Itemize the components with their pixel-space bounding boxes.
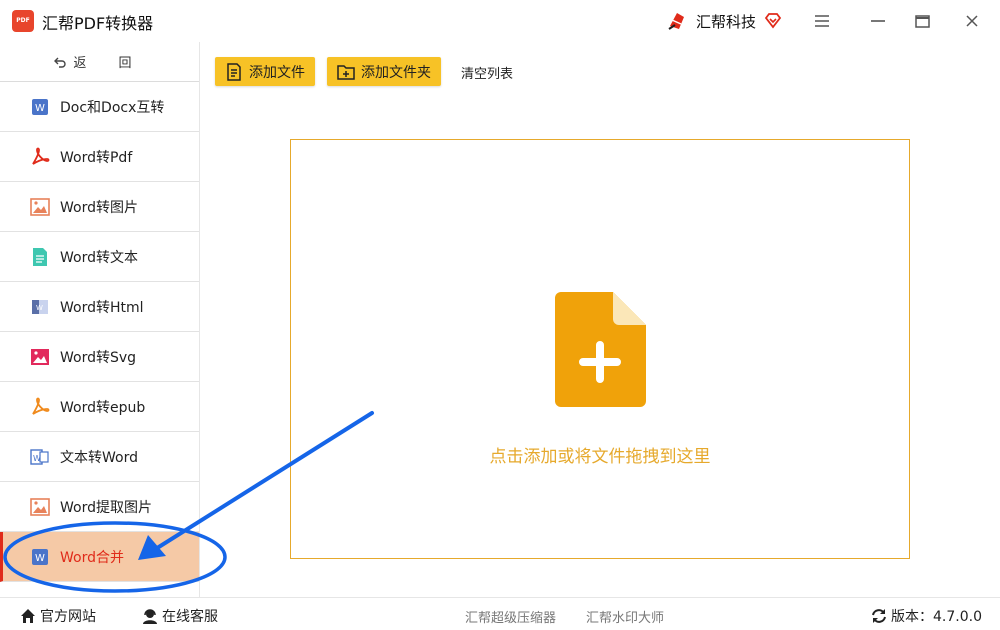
file-list-icon — [227, 62, 241, 81]
title-bar: PDF 汇帮PDF转换器 汇帮科技 — [0, 0, 1000, 42]
sidebar: 返 回 W Doc和Docx互转 Word转Pdf Word转图片 Word转文… — [0, 42, 200, 597]
word-outline-icon: W — [30, 447, 50, 467]
vip-diamond-icon[interactable] — [764, 12, 782, 30]
customer-service-icon — [143, 609, 157, 624]
version-info[interactable]: 版本：4.7.0.0 — [871, 606, 982, 626]
menu-button[interactable] — [811, 10, 833, 32]
close-icon — [966, 15, 978, 27]
epub-icon — [30, 397, 50, 417]
sidebar-item-word-epub[interactable]: Word转epub — [0, 382, 199, 432]
add-folder-label: 添加文件夹 — [361, 64, 431, 81]
maximize-button[interactable] — [911, 10, 933, 32]
brand-name: 汇帮科技 — [696, 12, 757, 31]
sidebar-item-word-pdf[interactable]: Word转Pdf — [0, 132, 199, 182]
extract-image-icon — [30, 497, 50, 517]
svg-text:W: W — [35, 553, 45, 564]
watermark-link[interactable]: 汇帮水印大师 — [586, 607, 664, 626]
clear-list-button[interactable]: 清空列表 — [461, 63, 513, 82]
brand[interactable]: 汇帮科技 — [666, 9, 782, 33]
sidebar-item-label: Word提取图片 — [60, 499, 152, 516]
minimize-button[interactable] — [867, 10, 889, 32]
add-file-icon — [555, 292, 646, 407]
online-support-link[interactable]: 在线客服 — [142, 606, 218, 626]
support-label: 在线客服 — [162, 609, 218, 625]
folder-add-icon — [337, 64, 355, 80]
svg-text:W: W — [35, 103, 45, 114]
sidebar-item-word-svg[interactable]: Word转Svg — [0, 332, 199, 382]
sidebar-item-label: Word转Html — [60, 299, 144, 316]
app-logo: PDF — [12, 10, 34, 32]
sidebar-item-word-text[interactable]: Word转文本 — [0, 232, 199, 282]
add-file-button[interactable]: 添加文件 — [215, 57, 315, 86]
sidebar-item-label: Word转Pdf — [60, 149, 133, 166]
svg-text:W: W — [33, 454, 41, 463]
svg-text:W: W — [36, 304, 43, 312]
back-button[interactable]: 返 回 — [0, 42, 199, 82]
app-window: PDF 汇帮PDF转换器 汇帮科技 返 回 W Doc和Docx互转 Word转… — [0, 0, 1000, 630]
sidebar-item-label: Word转文本 — [60, 249, 138, 266]
word-merge-icon: W — [30, 547, 50, 567]
app-title: 汇帮PDF转换器 — [42, 14, 154, 33]
compressor-link[interactable]: 汇帮超级压缩器 — [465, 607, 556, 626]
sidebar-item-word-html[interactable]: W Word转Html — [0, 282, 199, 332]
sidebar-item-word-image[interactable]: Word转图片 — [0, 182, 199, 232]
text-file-icon — [30, 247, 50, 267]
maximize-icon — [914, 14, 930, 28]
file-drop-zone[interactable]: 点击添加或将文件拖拽到这里 — [290, 139, 910, 559]
sidebar-item-text-word[interactable]: W 文本转Word — [0, 432, 199, 482]
close-button[interactable] — [961, 10, 983, 32]
add-file-label: 添加文件 — [249, 64, 305, 81]
brand-logo-icon — [668, 13, 684, 30]
sidebar-item-label: Word转epub — [60, 399, 146, 416]
refresh-icon — [872, 609, 886, 623]
back-arrow-icon — [54, 57, 67, 68]
home-icon — [21, 609, 35, 623]
hamburger-icon — [815, 15, 829, 27]
image-icon — [30, 197, 50, 217]
sidebar-item-label: Doc和Docx互转 — [60, 99, 165, 116]
sidebar-item-label: Word转Svg — [60, 349, 137, 366]
back-label: 返 回 — [73, 56, 146, 71]
sidebar-item-label: Word转图片 — [60, 199, 138, 216]
minimize-icon — [871, 20, 885, 22]
sidebar-item-word-merge[interactable]: W Word合并 — [0, 532, 199, 582]
sidebar-item-doc-docx[interactable]: W Doc和Docx互转 — [0, 82, 199, 132]
version-label: 版本：4.7.0.0 — [891, 609, 982, 625]
pdf-icon — [30, 147, 50, 167]
sidebar-item-label: 文本转Word — [60, 449, 138, 466]
word-doc-icon: W — [30, 97, 50, 117]
status-bar: 官方网站 在线客服 汇帮超级压缩器 汇帮水印大师 版本：4.7.0.0 — [0, 597, 1000, 630]
sidebar-item-word-extract-image[interactable]: Word提取图片 — [0, 482, 199, 532]
drop-zone-text: 点击添加或将文件拖拽到这里 — [489, 447, 711, 467]
add-folder-button[interactable]: 添加文件夹 — [327, 57, 441, 86]
official-website-link[interactable]: 官方网站 — [20, 606, 96, 626]
website-label: 官方网站 — [40, 609, 96, 625]
html-icon: W — [30, 297, 50, 317]
sidebar-item-label: Word合并 — [60, 549, 124, 566]
svg-image-icon — [30, 347, 50, 367]
